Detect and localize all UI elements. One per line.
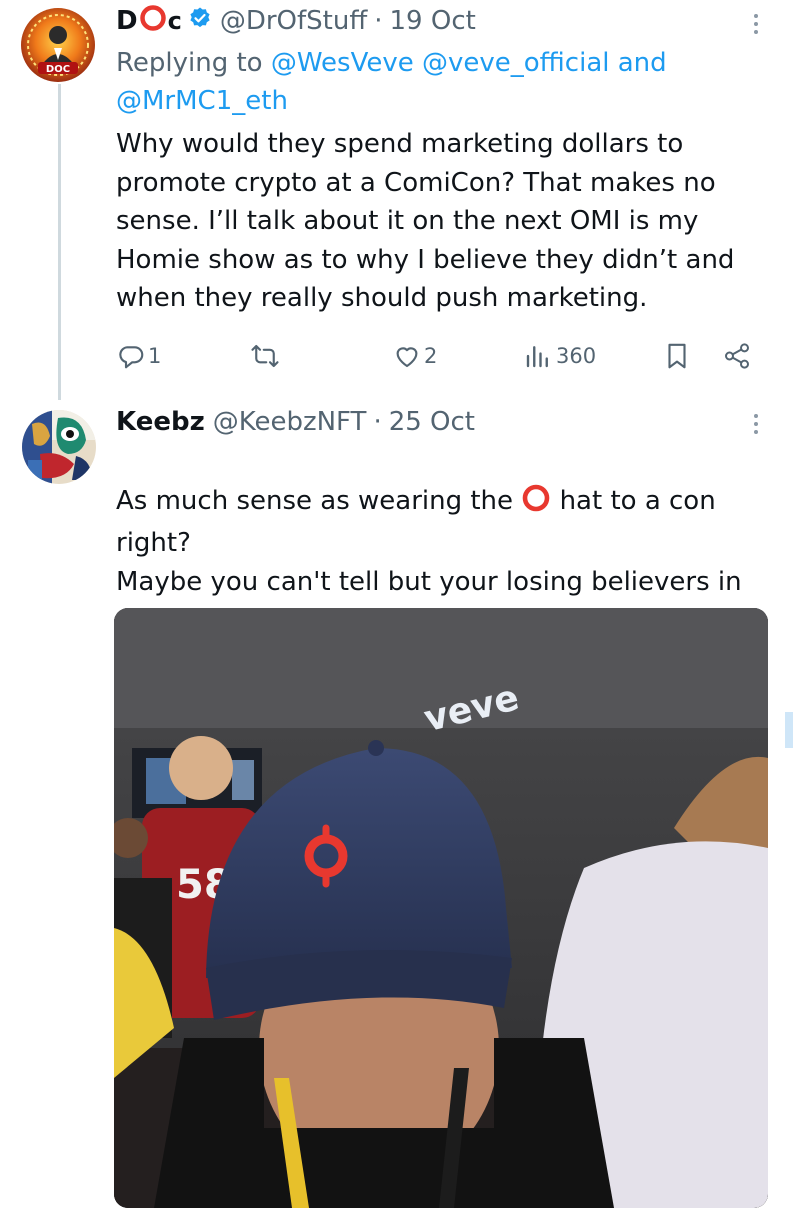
tweet1-display-name[interactable]: D <box>116 6 138 36</box>
omi-logo-icon <box>139 4 167 39</box>
more-icon-dot <box>754 14 758 18</box>
like-icon <box>392 341 422 371</box>
thread-connector-line <box>58 84 61 400</box>
mention-veve-official[interactable]: @veve_official <box>422 48 609 78</box>
tweet1-date[interactable]: 19 Oct <box>390 6 476 36</box>
tweet2-separator: · <box>373 407 382 437</box>
tweet1-header: D c @DrOfStuff · 19 Oct <box>116 3 476 39</box>
more-icon-dot <box>754 22 758 26</box>
tweet2-more-button[interactable] <box>744 406 768 442</box>
tweet1-text: Why would they spend marketing dollars t… <box>116 129 735 314</box>
mention-weseve[interactable]: @WesVeve <box>271 48 414 78</box>
views-icon <box>522 341 554 371</box>
tweet1-more-button[interactable] <box>744 6 768 42</box>
retweet-icon <box>250 341 280 371</box>
mention-mrmc1-eth[interactable]: @MrMC1_eth <box>116 86 288 116</box>
tweet2-date[interactable]: 25 Oct <box>389 407 475 437</box>
share-button[interactable] <box>722 338 752 374</box>
avatar-keebznft[interactable] <box>22 410 96 484</box>
tweet2-display-name[interactable]: Keebz <box>116 407 205 437</box>
tweet2-media-video[interactable]: veve 58 <box>114 608 768 1208</box>
reply-button[interactable]: 1 <box>116 338 161 374</box>
omi-logo-icon <box>521 483 551 525</box>
bookmark-button[interactable] <box>662 338 692 374</box>
views-count: 360 <box>556 344 597 368</box>
more-icon-dot <box>754 30 758 34</box>
views-button[interactable]: 360 <box>522 338 596 374</box>
like-button[interactable]: 2 <box>392 338 437 374</box>
reply-icon <box>116 341 146 371</box>
bookmark-icon <box>662 341 692 371</box>
tweet2-text-after-emoji: hat to a con <box>551 485 716 516</box>
tweet2-handle[interactable]: @KeebzNFT <box>213 407 367 437</box>
more-icon-dot <box>754 414 758 418</box>
like-count: 2 <box>424 344 438 368</box>
share-icon <box>722 341 752 371</box>
tweet2-text-before-emoji: As much sense as wearing the <box>116 485 522 516</box>
tweet1-separator: · <box>374 6 383 36</box>
reply-prefix: Replying to <box>116 48 271 78</box>
retweet-button[interactable] <box>250 338 280 374</box>
tweet1-replying-to: Replying to @WesVeve @veve_official and … <box>116 44 756 120</box>
more-icon-dot <box>754 422 758 426</box>
reply-count: 1 <box>148 344 162 368</box>
scroll-indicator[interactable] <box>785 712 793 748</box>
tweet2-header: Keebz @KeebzNFT · 25 Oct <box>116 404 475 440</box>
avatar-badge-text: DOC <box>46 64 70 75</box>
avatar-drofstuff[interactable]: DOC <box>21 8 95 82</box>
reply-and[interactable]: and <box>609 48 667 78</box>
tweet1-display-name-suffix[interactable]: c <box>168 7 182 35</box>
tweet1-action-bar: 1 2 360 <box>116 338 756 374</box>
more-icon-dot <box>754 430 758 434</box>
tweet1-handle[interactable]: @DrOfStuff <box>220 6 367 36</box>
verified-badge-icon <box>188 6 212 37</box>
